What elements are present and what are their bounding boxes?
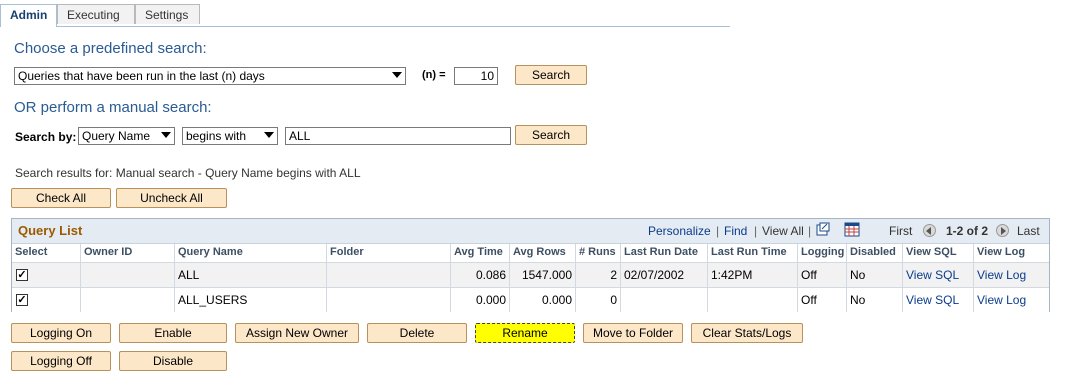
col-runs[interactable]: # Runs — [576, 244, 621, 262]
row-checkbox[interactable]: ✓ — [16, 294, 28, 306]
runs-cell: 2 — [576, 263, 621, 287]
col-last-run-time[interactable]: Last Run Time — [708, 244, 798, 262]
owner-id-cell — [81, 263, 175, 287]
chevron-down-icon — [392, 72, 402, 78]
manual-search-button[interactable]: Search — [515, 125, 587, 145]
col-disabled[interactable]: Disabled — [847, 244, 903, 262]
separator: | — [808, 224, 812, 238]
logging-cell: Off — [798, 288, 847, 312]
table-row: ✓ ALL_USERS 0.000 0.000 0 Off No View SQ… — [12, 287, 1049, 312]
col-query-name[interactable]: Query Name — [175, 244, 327, 262]
clear-stats-logs-button[interactable]: Clear Stats/Logs — [691, 323, 803, 343]
zoom-window-icon[interactable] — [816, 222, 830, 236]
search-field-select[interactable]: Query Name — [78, 127, 175, 145]
logging-on-button[interactable]: Logging On — [11, 323, 111, 343]
col-avg-time[interactable]: Avg Time — [451, 244, 510, 262]
manual-search-heading: OR perform a manual search: — [14, 99, 212, 116]
col-last-run-date[interactable]: Last Run Date — [621, 244, 708, 262]
query-name-cell: ALL_USERS — [175, 288, 327, 312]
separator: | — [716, 224, 720, 238]
range-text: 1-2 of 2 — [946, 224, 989, 238]
owner-id-cell — [81, 288, 175, 312]
search-value-input[interactable]: ALL — [285, 127, 511, 145]
enable-button[interactable]: Enable — [119, 323, 227, 343]
grid-title-bar: Query List Personalize | Find | View All… — [12, 219, 1049, 244]
delete-button[interactable]: Delete — [367, 323, 467, 343]
search-operator-select[interactable]: begins with — [182, 127, 278, 145]
tab-executing[interactable]: Executing — [57, 4, 135, 24]
view-sql-link[interactable]: View SQL — [903, 288, 974, 312]
col-owner-id[interactable]: Owner ID — [81, 244, 175, 262]
col-logging[interactable]: Logging — [798, 244, 847, 262]
last-run-date-cell — [621, 288, 708, 312]
n-label: (n) = — [422, 69, 446, 81]
folder-cell — [327, 288, 451, 312]
previous-icon[interactable] — [923, 223, 936, 238]
logging-cell: Off — [798, 263, 847, 287]
tab-admin[interactable]: Admin — [0, 4, 57, 27]
assign-new-owner-button[interactable]: Assign New Owner — [235, 323, 359, 343]
predefined-search-button[interactable]: Search — [515, 65, 587, 85]
col-folder[interactable]: Folder — [327, 244, 451, 262]
tab-bar: Admin Executing Settings — [0, 4, 730, 27]
find-link[interactable]: Find — [724, 224, 747, 238]
chevron-down-icon — [264, 132, 274, 138]
disable-button[interactable]: Disable — [119, 351, 227, 371]
col-view-sql[interactable]: View SQL — [903, 244, 974, 262]
move-to-folder-button[interactable]: Move to Folder — [583, 323, 683, 343]
tab-settings[interactable]: Settings — [135, 4, 200, 24]
avg-rows-cell: 1547.000 — [510, 263, 576, 287]
avg-rows-cell: 0.000 — [510, 288, 576, 312]
col-avg-rows[interactable]: Avg Rows — [510, 244, 576, 262]
uncheck-all-button[interactable]: Uncheck All — [116, 188, 227, 208]
grid-title: Query List — [18, 223, 83, 238]
view-log-link[interactable]: View Log — [974, 263, 1049, 287]
chevron-down-icon — [161, 132, 171, 138]
view-sql-link[interactable]: View SQL — [903, 263, 974, 287]
view-log-link[interactable]: View Log — [974, 288, 1049, 312]
next-icon[interactable] — [996, 223, 1009, 238]
avg-time-cell: 0.000 — [451, 288, 510, 312]
table-row: ✓ ALL 0.086 1547.000 2 02/07/2002 1:42PM… — [12, 262, 1049, 287]
search-operator-value: begins with — [186, 129, 247, 143]
row-checkbox[interactable]: ✓ — [16, 269, 28, 281]
first-label: First — [889, 224, 913, 238]
predefined-search-heading: Choose a predefined search: — [14, 40, 207, 57]
query-name-cell: ALL — [175, 263, 327, 287]
grid-header: Select Owner ID Query Name Folder Avg Ti… — [12, 244, 1049, 262]
predefined-search-select[interactable]: Queries that have been run in the last (… — [14, 67, 406, 85]
col-select: Select — [12, 244, 81, 262]
select-cell: ✓ — [12, 288, 81, 312]
last-run-date-cell: 02/07/2002 — [621, 263, 708, 287]
n-days-input[interactable]: 10 — [454, 67, 498, 85]
select-cell: ✓ — [12, 263, 81, 287]
personalize-link[interactable]: Personalize — [648, 224, 711, 238]
disabled-cell: No — [847, 288, 903, 312]
runs-cell: 0 — [576, 288, 621, 312]
download-spreadsheet-icon[interactable] — [844, 222, 860, 237]
predefined-search-value: Queries that have been run in the last (… — [18, 69, 265, 83]
col-view-log[interactable]: View Log — [974, 244, 1049, 262]
last-label: Last — [1017, 224, 1040, 238]
search-field-value: Query Name — [82, 129, 151, 143]
search-by-label: Search by: — [15, 130, 77, 144]
last-run-time-cell: 1:42PM — [708, 263, 798, 287]
last-run-time-cell — [708, 288, 798, 312]
query-list-grid: Query List Personalize | Find | View All… — [11, 218, 1050, 312]
search-results-text: Search results for: Manual search - Quer… — [15, 166, 361, 180]
rename-button[interactable]: Rename — [475, 323, 575, 343]
separator: | — [754, 224, 758, 238]
logging-off-button[interactable]: Logging Off — [11, 351, 111, 371]
disabled-cell: No — [847, 263, 903, 287]
folder-cell — [327, 263, 451, 287]
avg-time-cell: 0.086 — [451, 263, 510, 287]
view-all-link[interactable]: View All — [762, 224, 804, 238]
check-all-button[interactable]: Check All — [11, 188, 111, 208]
